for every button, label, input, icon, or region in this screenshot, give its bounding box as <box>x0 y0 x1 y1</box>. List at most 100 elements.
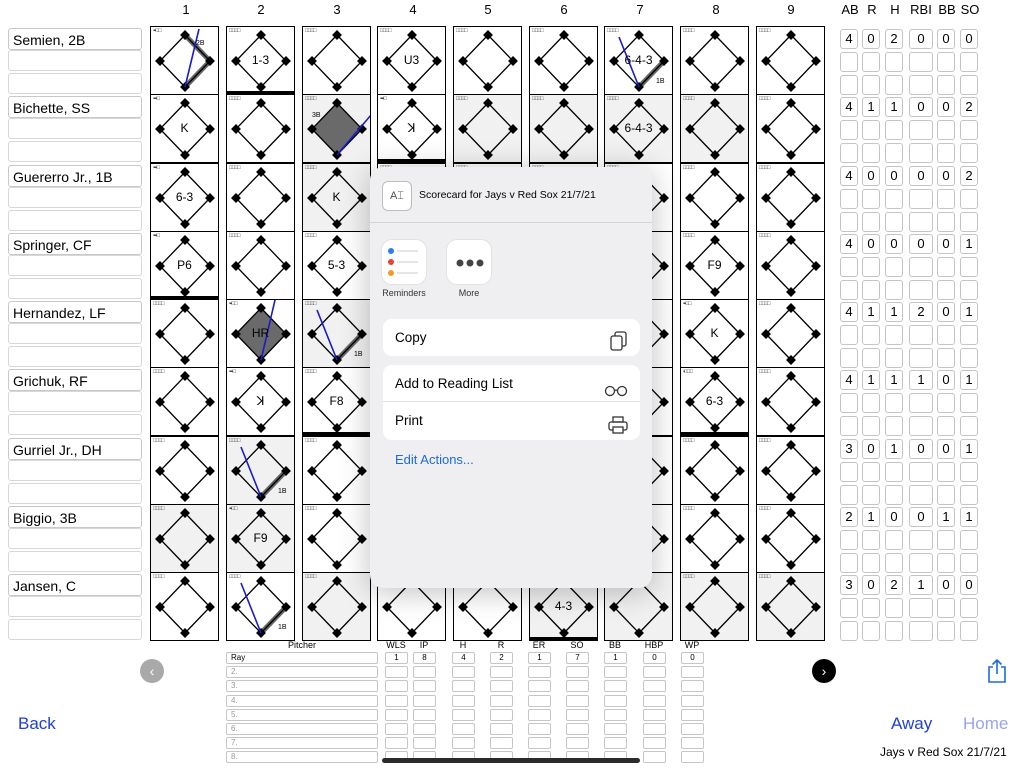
stat-field[interactable] <box>885 52 903 72</box>
substitute-field[interactable] <box>8 255 142 276</box>
pitching-stat-field[interactable] <box>385 680 408 693</box>
pitcher-name-field[interactable]: 2. <box>226 666 378 679</box>
stat-field[interactable]: 1 <box>862 507 880 527</box>
pitcher-name-field[interactable]: 8. <box>226 751 378 764</box>
stat-field[interactable]: 0 <box>909 507 933 527</box>
stat-field[interactable] <box>862 75 880 95</box>
stat-field[interactable]: 2 <box>840 507 858 527</box>
stat-field[interactable] <box>840 325 858 345</box>
substitute-field[interactable] <box>8 551 142 572</box>
at-bat-cell[interactable]: □□□□ <box>756 231 825 300</box>
stat-field[interactable]: 1 <box>862 370 880 390</box>
stat-field[interactable] <box>840 621 858 641</box>
at-bat-cell[interactable]: □□□□ <box>226 94 295 163</box>
at-bat-cell[interactable]: ▪▪▪□ 6-3 <box>150 163 219 232</box>
stat-field[interactable]: 1 <box>909 575 933 595</box>
at-bat-cell[interactable]: □□□□ <box>302 504 371 573</box>
pitching-stat-field[interactable] <box>528 694 551 707</box>
stat-field[interactable] <box>885 143 903 163</box>
at-bat-cell[interactable]: □□□□ <box>680 436 749 505</box>
pitching-stat-field[interactable]: 7 <box>566 652 589 664</box>
at-bat-cell[interactable]: □□□□ <box>150 367 219 436</box>
at-bat-cell[interactable]: ▪▪□□ 2B <box>150 26 219 95</box>
stat-field[interactable] <box>862 348 880 368</box>
pitching-stat-field[interactable] <box>413 737 436 750</box>
stat-field[interactable] <box>840 75 858 95</box>
stat-field[interactable]: 1 <box>960 370 978 390</box>
pitching-stat-field[interactable] <box>490 666 513 679</box>
substitute-field[interactable] <box>8 278 142 299</box>
stat-field[interactable] <box>937 280 955 300</box>
stat-field[interactable]: 0 <box>862 29 880 49</box>
stat-field[interactable] <box>840 280 858 300</box>
stat-field[interactable]: 1 <box>909 370 933 390</box>
stat-field[interactable]: 4 <box>840 166 858 186</box>
stat-field[interactable] <box>840 189 858 209</box>
substitute-field[interactable] <box>8 619 142 640</box>
at-bat-cell[interactable]: □□□□ <box>756 504 825 573</box>
back-button[interactable]: Back <box>18 714 56 734</box>
substitute-field[interactable] <box>8 391 142 412</box>
pitching-stat-field[interactable] <box>385 708 408 721</box>
share-icon[interactable] <box>986 658 1008 684</box>
stat-field[interactable] <box>909 553 933 573</box>
stat-field[interactable] <box>885 348 903 368</box>
stat-field[interactable] <box>840 143 858 163</box>
pitching-stat-field[interactable] <box>566 723 589 735</box>
stat-field[interactable] <box>862 120 880 140</box>
stat-field[interactable]: 0 <box>909 439 933 459</box>
at-bat-cell[interactable]: □□□□ <box>226 231 295 300</box>
stat-field[interactable] <box>937 189 955 209</box>
copy-action[interactable]: Copy <box>383 319 640 356</box>
stat-field[interactable]: 2 <box>960 166 978 186</box>
substitute-field[interactable] <box>8 187 142 208</box>
stat-field[interactable]: 1 <box>862 302 880 322</box>
batter-name-field[interactable]: Guererro Jr., 1B <box>8 165 142 187</box>
stat-field[interactable] <box>937 553 955 573</box>
pitching-stat-field[interactable] <box>604 708 627 721</box>
pitching-stat-field[interactable]: 8 <box>413 652 436 664</box>
pitching-stat-field[interactable] <box>681 694 704 707</box>
stat-field[interactable] <box>960 621 978 641</box>
stat-field[interactable] <box>960 189 978 209</box>
substitute-field[interactable] <box>8 118 142 139</box>
stat-field[interactable] <box>909 75 933 95</box>
at-bat-cell[interactable]: □□□□ <box>150 504 219 573</box>
substitute-field[interactable] <box>8 528 142 549</box>
stat-field[interactable]: 0 <box>937 370 955 390</box>
batter-name-field[interactable]: Gurriel Jr., DH <box>8 438 142 460</box>
at-bat-cell[interactable]: □□□□ <box>756 299 825 368</box>
stat-field[interactable] <box>909 212 933 232</box>
stat-field[interactable] <box>862 530 880 550</box>
stat-field[interactable] <box>840 348 858 368</box>
at-bat-cell[interactable]: □□□□ 1B <box>226 436 295 505</box>
stat-field[interactable]: 0 <box>885 234 903 254</box>
at-bat-cell[interactable]: □□□□ <box>302 572 371 641</box>
stat-field[interactable] <box>909 143 933 163</box>
stat-field[interactable] <box>862 189 880 209</box>
pitching-stat-field[interactable] <box>643 694 666 707</box>
stat-field[interactable] <box>885 120 903 140</box>
at-bat-cell[interactable]: □□□□ 3B <box>302 94 371 163</box>
batter-name-field[interactable]: Biggio, 3B <box>8 506 142 528</box>
stat-field[interactable] <box>937 257 955 277</box>
stat-field[interactable] <box>840 416 858 436</box>
stat-field[interactable] <box>909 189 933 209</box>
at-bat-cell[interactable]: □□□□ K <box>302 163 371 232</box>
pitching-stat-field[interactable] <box>452 666 475 679</box>
stat-field[interactable]: 0 <box>885 507 903 527</box>
stat-field[interactable] <box>960 212 978 232</box>
stat-field[interactable] <box>885 212 903 232</box>
at-bat-cell[interactable]: ▪▪▪□ P6 <box>150 231 219 300</box>
pitching-stat-field[interactable] <box>566 737 589 750</box>
pitching-stat-field[interactable] <box>413 708 436 721</box>
at-bat-cell[interactable]: □□□□ <box>680 94 749 163</box>
stat-field[interactable] <box>937 485 955 505</box>
at-bat-cell[interactable]: □□□□ <box>756 94 825 163</box>
pitching-stat-field[interactable] <box>604 666 627 679</box>
stat-field[interactable]: 0 <box>862 575 880 595</box>
at-bat-cell[interactable]: □□□□ 1B <box>226 572 295 641</box>
pitching-stat-field[interactable] <box>604 723 627 735</box>
stat-field[interactable] <box>960 325 978 345</box>
stat-field[interactable]: 0 <box>960 29 978 49</box>
